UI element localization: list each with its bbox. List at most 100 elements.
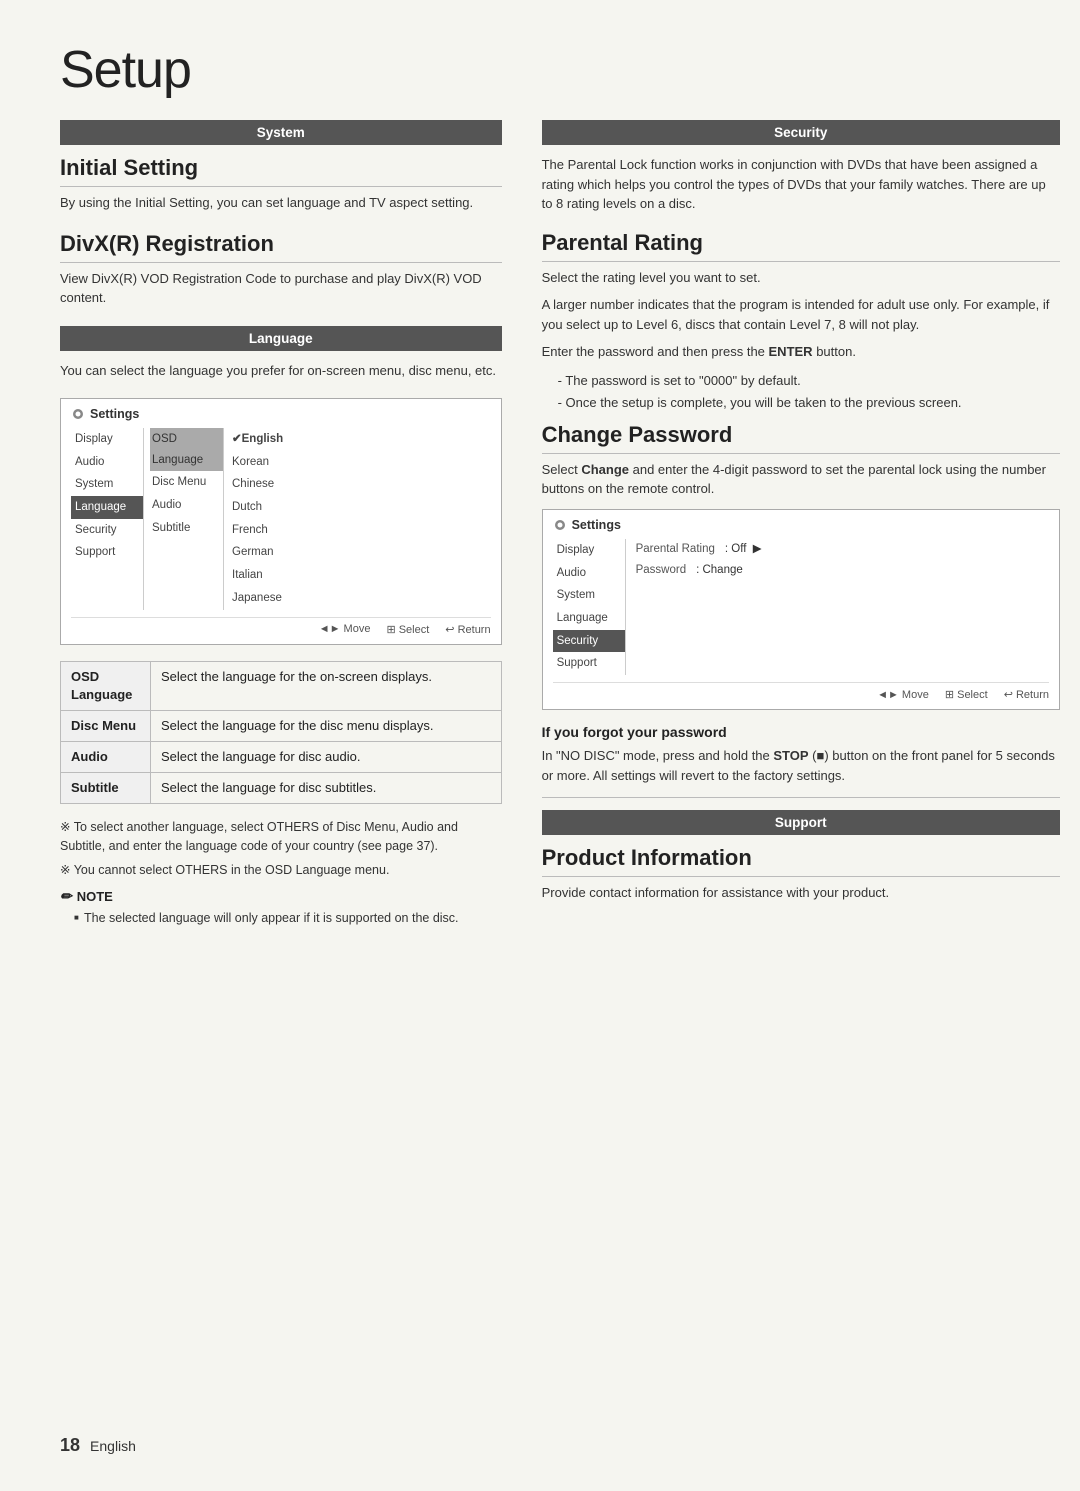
parental-rating-title: Parental Rating: [542, 230, 1060, 262]
footer2-select: ⊞ Select: [945, 688, 988, 701]
note-title-section: ✏ NOTE: [60, 888, 502, 905]
divx-title: DivX(R) Registration: [60, 231, 502, 263]
page-title: Setup: [60, 40, 1020, 100]
settings-footer: ◄► Move ⊞ Select ↩ Return: [71, 617, 491, 636]
settings-menu2: Display Audio System Language Security S…: [553, 539, 625, 675]
note-body-section: The selected language will only appear i…: [60, 909, 502, 928]
menu2-language: Language: [553, 607, 625, 630]
note-item: The selected language will only appear i…: [74, 909, 502, 928]
lang-val-subtitle: Select the language for disc subtitles.: [151, 773, 502, 804]
language-section-header: Language: [60, 326, 502, 351]
submenu-osd: OSD Language: [150, 428, 223, 471]
submenu-subtitle: Subtitle: [150, 517, 223, 540]
security-section-header: Security: [542, 120, 1060, 145]
table-row-audio: Audio Select the language for disc audio…: [61, 742, 502, 773]
password-label: Password: [636, 560, 687, 581]
option-korean: Korean: [230, 451, 285, 474]
submenu-disc-menu: Disc Menu: [150, 471, 223, 494]
menu-language: Language: [71, 496, 143, 519]
product-info-body: Provide contact information for assistan…: [542, 883, 1060, 903]
parental-bullets: The password is set to "0000" by default…: [542, 372, 1060, 412]
parental-rating-section: Parental Rating Select the rating level …: [542, 230, 1060, 412]
settings-options: ✔English Korean Chinese Dutch French Ger…: [223, 428, 285, 610]
parental-body2: A larger number indicates that the progr…: [542, 295, 1060, 334]
lang-key-disc: Disc Menu: [61, 710, 151, 741]
divx-body: View DivX(R) VOD Registration Code to pu…: [60, 269, 502, 308]
settings-options2: Parental Rating : Off ▶ Password : Chang…: [625, 539, 1049, 675]
settings-submenu: OSD Language Disc Menu Audio Subtitle: [143, 428, 223, 610]
initial-setting-section: Initial Setting By using the Initial Set…: [60, 155, 502, 213]
settings-box2-inner: Display Audio System Language Security S…: [553, 539, 1049, 675]
page-number: 18: [60, 1435, 80, 1456]
menu2-support: Support: [553, 652, 625, 675]
lang-val-osd: Select the language for the on-screen di…: [151, 661, 502, 710]
menu-display: Display: [71, 428, 143, 451]
submenu-audio: Audio: [150, 494, 223, 517]
lang-key-subtitle: Subtitle: [61, 773, 151, 804]
menu2-security: Security: [553, 630, 625, 653]
product-information-section: Product Information Provide contact info…: [542, 845, 1060, 903]
lang-key-audio: Audio: [61, 742, 151, 773]
option-german: German: [230, 541, 285, 564]
product-info-title: Product Information: [542, 845, 1060, 877]
footer-move: ◄► Move: [319, 623, 371, 636]
parental-body: Select the rating level you want to set.…: [542, 268, 1060, 362]
initial-setting-body: By using the Initial Setting, you can se…: [60, 193, 502, 213]
menu-system: System: [71, 473, 143, 496]
option-chinese: Chinese: [230, 473, 285, 496]
table-row-osd: OSDLanguage Select the language for the …: [61, 661, 502, 710]
settings-gear-icon: [71, 407, 85, 421]
settings-box-security: Settings Display Audio System Language S…: [542, 509, 1060, 710]
parental-body1: Select the rating level you want to set.: [542, 268, 1060, 288]
note-osd-text: ※ You cannot select OTHERS in the OSD La…: [60, 861, 502, 880]
security-intro: The Parental Lock function works in conj…: [542, 155, 1060, 214]
footer2-return: ↩ Return: [1004, 688, 1049, 701]
page-number-section: 18 English: [60, 1435, 136, 1456]
settings-menu: Display Audio System Language Security S…: [71, 428, 143, 610]
language-intro: You can select the language you prefer f…: [60, 361, 502, 381]
settings-label: Settings: [90, 407, 139, 421]
password-value: : Change: [696, 560, 743, 581]
two-column-layout: System Initial Setting By using the Init…: [60, 120, 1020, 927]
option-japanese: Japanese: [230, 587, 285, 610]
settings-inner: Display Audio System Language Security S…: [71, 428, 491, 610]
menu-audio: Audio: [71, 451, 143, 474]
divider: [542, 797, 1060, 798]
settings-box-title: Settings: [71, 407, 491, 421]
right-column: Security The Parental Lock function work…: [542, 120, 1060, 927]
page-language: English: [90, 1438, 136, 1454]
initial-setting-title: Initial Setting: [60, 155, 502, 187]
if-forgot-section: If you forgot your password In "NO DISC"…: [542, 724, 1060, 785]
language-table: OSDLanguage Select the language for the …: [60, 661, 502, 805]
pencil-icon: ✏: [60, 888, 72, 905]
parental-body3: Enter the password and then press the EN…: [542, 342, 1060, 362]
lang-key-osd: OSDLanguage: [61, 661, 151, 710]
system-section-header: System: [60, 120, 502, 145]
left-column: System Initial Setting By using the Init…: [60, 120, 502, 927]
option-italian: Italian: [230, 564, 285, 587]
parental-value: : Off ▶: [725, 539, 762, 560]
divx-registration-section: DivX(R) Registration View DivX(R) VOD Re…: [60, 231, 502, 308]
change-password-title: Change Password: [542, 422, 1060, 454]
support-section-header: Support: [542, 810, 1060, 835]
bullet-setup-complete: Once the setup is complete, you will be …: [550, 394, 1060, 412]
settings-box2-title: Settings: [553, 518, 1049, 532]
if-forgot-title: If you forgot your password: [542, 724, 1060, 740]
menu2-audio: Audio: [553, 562, 625, 585]
note-others: ※ To select another language, select OTH…: [60, 818, 502, 879]
lang-val-disc: Select the language for the disc menu di…: [151, 710, 502, 741]
note-label: NOTE: [77, 889, 113, 904]
change-password-section: Change Password Select Change and enter …: [542, 422, 1060, 710]
table-row-disc: Disc Menu Select the language for the di…: [61, 710, 502, 741]
menu2-display: Display: [553, 539, 625, 562]
option-french: French: [230, 519, 285, 542]
option-english: ✔English: [230, 428, 285, 451]
row2-parental: Parental Rating : Off ▶: [636, 539, 1049, 560]
if-forgot-body: In "NO DISC" mode, press and hold the ST…: [542, 746, 1060, 785]
settings2-label: Settings: [572, 518, 621, 532]
settings-box-language: Settings Display Audio System Language S…: [60, 398, 502, 645]
settings-gear-icon2: [553, 518, 567, 532]
footer2-move: ◄► Move: [877, 688, 929, 701]
footer-select: ⊞ Select: [386, 623, 429, 636]
change-password-body: Select Change and enter the 4-digit pass…: [542, 460, 1060, 499]
